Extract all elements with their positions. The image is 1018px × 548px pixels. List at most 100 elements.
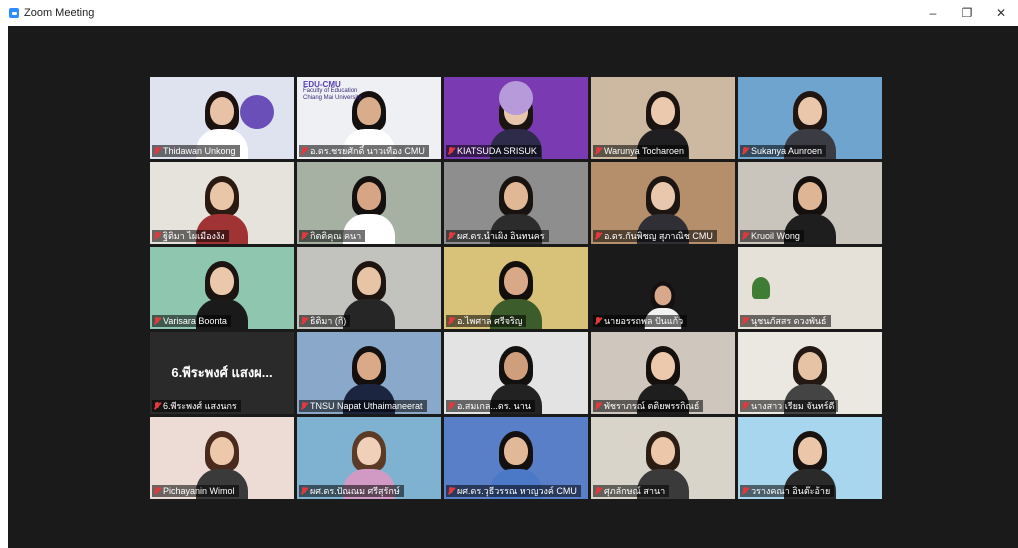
participant-tile[interactable]: ธิติมา (กิ) [297,247,441,329]
participant-tile[interactable]: Pichayanin Wimol [150,417,294,499]
participant-tile[interactable]: Warunya Tocharoen [591,77,735,159]
participant-tile[interactable]: Varisara Boonta [150,247,294,329]
participant-name: TNSU Napat Uthaimaneerat [310,401,423,411]
participant-name-bar: ผศ.ดร.นำเผิง อินทนคร [446,230,549,242]
participant-tile[interactable]: Sukanya Aunroen [738,77,882,159]
participant-name-bar: นายอรรถพล ปันแก้ว [593,315,688,327]
participant-tile[interactable]: ผศ.ดร.ปัณณม ศรีสุรักษ์ [297,417,441,499]
muted-mic-icon [301,487,307,495]
participant-grid: Thidawan Unkong EDU-CMU Faculty of Educati… [150,77,882,499]
window-controls: – ❐ ✕ [916,0,1018,26]
edu-cmu-logo: EDU-CMU Faculty of Education Chiang Mai Un… [303,80,362,102]
muted-mic-icon [301,147,307,155]
participant-name-bar: นุชนภัสสร ดวงพันธ์ [740,315,831,327]
muted-mic-icon [154,232,160,240]
participant-name: Pichayanin Wimol [163,486,235,496]
restore-button[interactable]: ❐ [950,0,984,26]
participant-name: ผศ.ดร.นำเผิง อินทนคร [457,231,545,241]
participant-name: นายอรรถพล ปันแก้ว [604,316,684,326]
participant-name-bar: Varisara Boonta [152,315,231,327]
participant-tile[interactable]: นายอรรถพล ปันแก้ว [591,247,735,329]
participant-name: ศุภลักษณ์ สานา [604,486,666,496]
participant-name-bar: อ.ดร.ชรยศักดิ์ นาวเทือง CMU [299,145,429,157]
participant-tile[interactable]: EDU-CMU Faculty of Education Chiang Mai Un… [297,77,441,159]
muted-mic-icon [595,402,601,410]
participant-name-bar: ผศ.ดร.ปัณณม ศรีสุรักษ์ [299,485,404,497]
participant-tile[interactable]: Thidawan Unkong [150,77,294,159]
participant-tile[interactable]: พัชราภรณ์ ตติยพรรกิณธ์ [591,332,735,414]
muted-mic-icon [448,402,454,410]
muted-mic-icon [154,317,160,325]
participant-name-bar: อ.ไพศาล ศรีจริญ [446,315,527,327]
participant-name-bar: 6.พีระพงศ์ แสงนกร [152,400,241,412]
participant-tile[interactable]: 6.พีระพงศ์ แสงผ... 6.พีระพงศ์ แสงนกร [150,332,294,414]
muted-mic-icon [154,487,160,495]
emblem-logo [240,95,274,129]
participant-name-bar: ฐิติมา ไผเมืองงัง [152,230,229,242]
participant-name-bar: Sukanya Aunroen [740,145,827,157]
participant-name-bar: ธิติมา (กิ) [299,315,351,327]
close-button[interactable]: ✕ [984,0,1018,26]
participant-name-bar: Warunya Tocharoen [593,145,689,157]
muted-mic-icon [742,487,748,495]
participant-tile[interactable]: นุชนภัสสร ดวงพันธ์ [738,247,882,329]
participant-tile[interactable]: ผศ.ดร.นำเผิง อินทนคร [444,162,588,244]
participant-name: อ.ไพศาล ศรีจริญ [457,316,523,326]
participant-name-bar: อ.สมเกล...ดร. นาน [446,400,535,412]
participant-name: Kruoil Wong [751,231,800,241]
participant-name: Thidawan Unkong [163,146,236,156]
participant-name-bar: พัชราภรณ์ ตติยพรรกิณธ์ [593,400,704,412]
participant-name: ธิติมา (กิ) [310,316,347,326]
muted-mic-icon [742,232,748,240]
minimize-button[interactable]: – [916,0,950,26]
participant-name: KIATSUDA SRISUK [457,146,537,156]
participant-tile[interactable]: ศุภลักษณ์ สานา [591,417,735,499]
participant-tile[interactable]: กิตติคุณ คนา [297,162,441,244]
muted-mic-icon [301,402,307,410]
participant-name: ผศ.ดร.ปัณณม ศรีสุรักษ์ [310,486,400,496]
muted-mic-icon [448,317,454,325]
participant-name-bar: KIATSUDA SRISUK [446,145,541,157]
participant-name-bar: นางสาว เรียม จันทร์ดี [740,400,839,412]
muted-mic-icon [301,232,307,240]
participant-name: Sukanya Aunroen [751,146,823,156]
participant-name-bar: Pichayanin Wimol [152,485,239,497]
participant-name: Warunya Tocharoen [604,146,685,156]
participant-tile[interactable]: อ.สมเกล...ดร. นาน [444,332,588,414]
participant-tile[interactable]: KIATSUDA SRISUK [444,77,588,159]
gallery-view: Thidawan Unkong EDU-CMU Faculty of Educati… [8,26,1018,548]
plant-decoration [752,277,770,299]
participant-name-bar: กิตติคุณ คนา [299,230,366,242]
muted-mic-icon [154,402,160,410]
muted-mic-icon [301,317,307,325]
participant-tile[interactable]: อ.ดร.กันพิชญ สุภาณิช CMU [591,162,735,244]
participant-name: กิตติคุณ คนา [310,231,362,241]
participant-tile[interactable]: ผศ.ดร.วุธีวรรณ หาญวงค์ CMU [444,417,588,499]
participant-tile[interactable]: วรางคณา อินต๊ะอ้าย [738,417,882,499]
participant-name: พัชราภรณ์ ตติยพรรกิณธ์ [604,401,700,411]
participant-name-bar: TNSU Napat Uthaimaneerat [299,400,427,412]
emblem-logo [499,81,533,115]
muted-mic-icon [154,147,160,155]
participant-tile[interactable]: นางสาว เรียม จันทร์ดี [738,332,882,414]
participant-name: อ.ดร.ชรยศักดิ์ นาวเทือง CMU [310,146,425,156]
participant-name: นุชนภัสสร ดวงพันธ์ [751,316,827,326]
participant-name: อ.สมเกล...ดร. นาน [457,401,531,411]
participant-name: 6.พีระพงศ์ แสงนกร [163,401,237,411]
participant-name: อ.ดร.กันพิชญ สุภาณิช CMU [604,231,713,241]
muted-mic-icon [742,317,748,325]
participant-avatar-name: 6.พีระพงศ์ แสงผ... [171,365,273,380]
participant-name-bar: วรางคณา อินต๊ะอ้าย [740,485,835,497]
participant-tile[interactable]: Kruoil Wong [738,162,882,244]
muted-mic-icon [742,402,748,410]
muted-mic-icon [595,147,601,155]
muted-mic-icon [595,487,601,495]
muted-mic-icon [595,317,601,325]
title-bar: Zoom Meeting – ❐ ✕ [0,0,1018,26]
participant-tile[interactable]: อ.ไพศาล ศรีจริญ [444,247,588,329]
participant-tile[interactable]: ฐิติมา ไผเมืองงัง [150,162,294,244]
participant-name-bar: Thidawan Unkong [152,145,240,157]
participant-tile[interactable]: TNSU Napat Uthaimaneerat [297,332,441,414]
participant-name-bar: ผศ.ดร.วุธีวรรณ หาญวงค์ CMU [446,485,581,497]
window-title: Zoom Meeting [24,7,95,19]
